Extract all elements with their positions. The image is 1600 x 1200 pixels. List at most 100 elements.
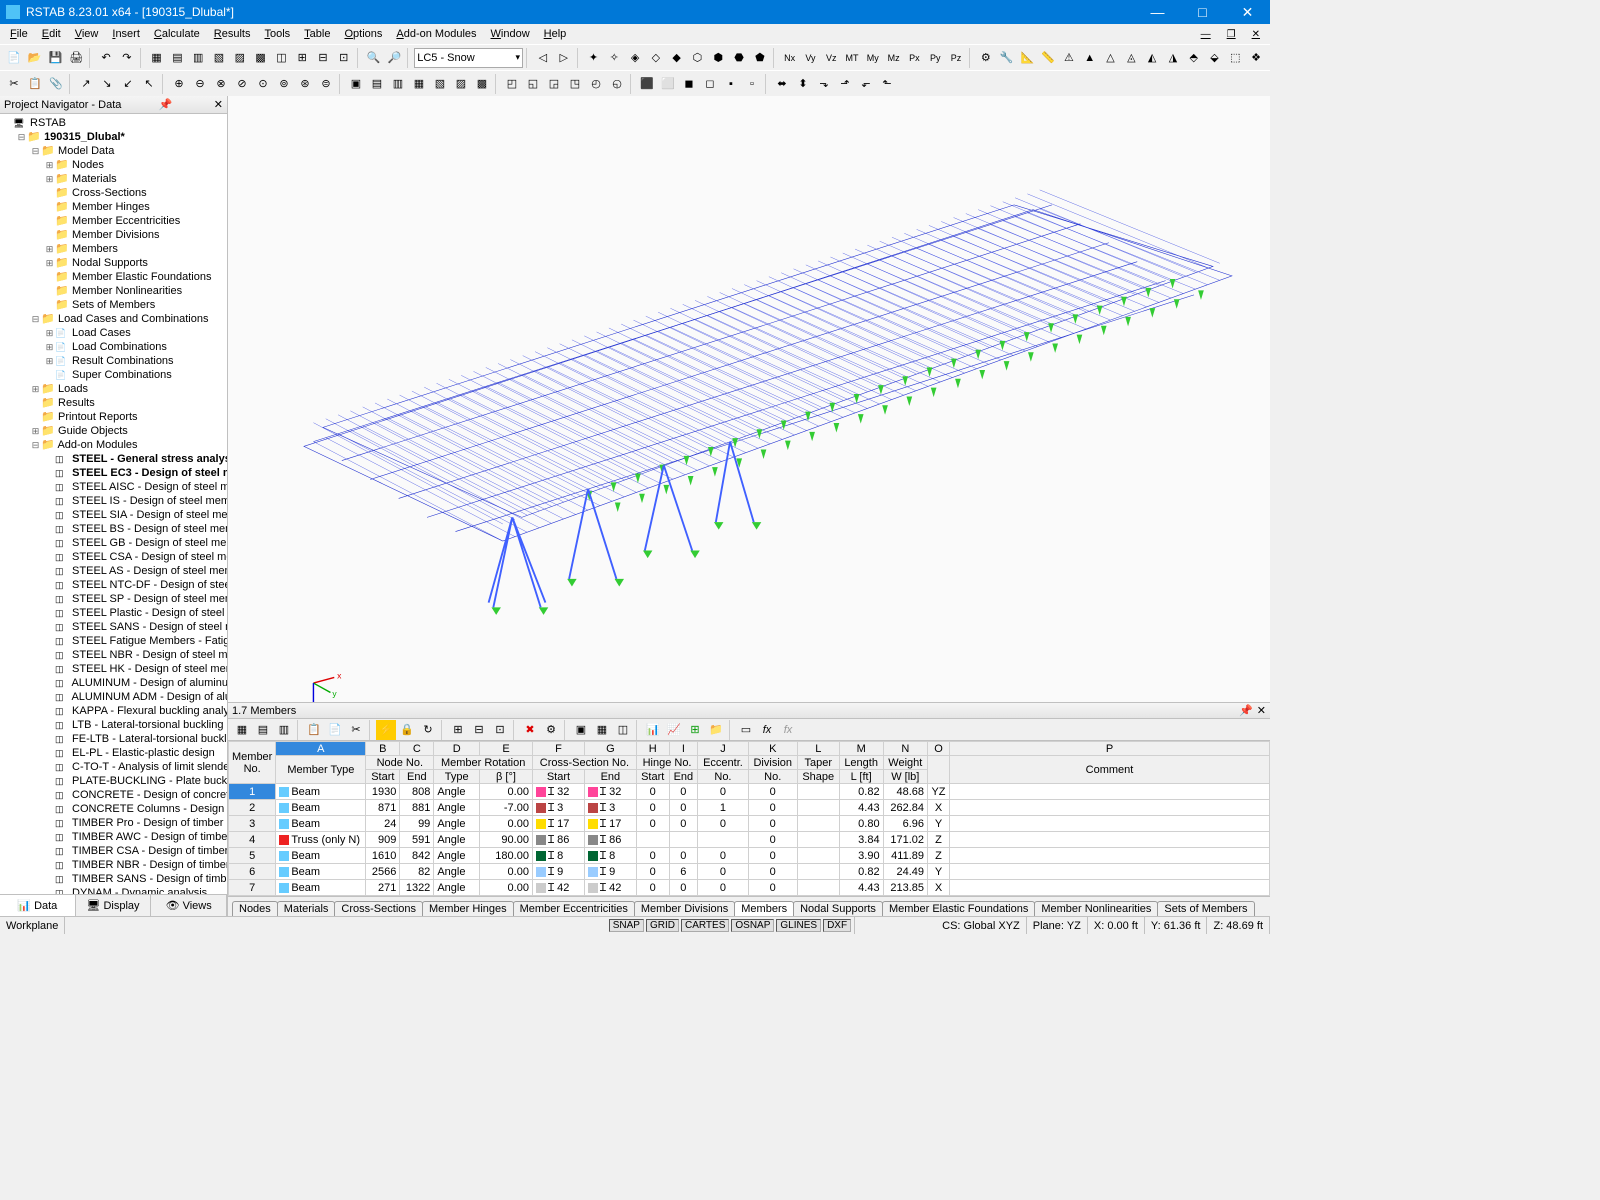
t2-25[interactable]: ◲ xyxy=(544,74,564,94)
tree-node[interactable]: ⊞📁 Nodes xyxy=(0,158,227,172)
tree-node[interactable]: 📁 Member Eccentricities xyxy=(0,214,227,228)
t2-28[interactable]: ◵ xyxy=(607,74,627,94)
nav-tab-display[interactable]: 🖥 Display xyxy=(76,895,152,916)
mt-13[interactable]: ⚙ xyxy=(541,720,561,740)
tb-53[interactable]: ❖ xyxy=(1246,48,1266,68)
menu-edit[interactable]: Edit xyxy=(36,27,67,41)
tb-40[interactable]: ⚙ xyxy=(976,48,996,68)
tab-materials[interactable]: Materials xyxy=(277,901,336,916)
t2-35[interactable]: ⬌ xyxy=(772,74,792,94)
mt-14[interactable]: ▣ xyxy=(571,720,591,740)
tree-node[interactable]: ◫ STEEL SIA - Design of steel membe xyxy=(0,508,227,522)
tree-node[interactable]: ⊞📁 Loads xyxy=(0,382,227,396)
tb-5[interactable]: ▨ xyxy=(230,48,250,68)
snap-osnap[interactable]: OSNAP xyxy=(731,919,774,932)
tab-member-elastic-foundations[interactable]: Member Elastic Foundations xyxy=(882,901,1035,916)
t2-36[interactable]: ⬍ xyxy=(793,74,813,94)
tree-node[interactable]: ◫ STEEL NBR - Design of steel memb xyxy=(0,648,227,662)
t2-2[interactable]: 📋 xyxy=(25,74,45,94)
t2-16[interactable]: ▣ xyxy=(346,74,366,94)
tb-22[interactable]: ◈ xyxy=(625,48,645,68)
tree-node[interactable]: ◫ FE-LTB - Lateral-torsional buckling xyxy=(0,732,227,746)
t2-20[interactable]: ▧ xyxy=(430,74,450,94)
save-button[interactable]: 💾 xyxy=(46,48,66,68)
tab-nodal-supports[interactable]: Nodal Supports xyxy=(793,901,883,916)
tb-vz[interactable]: Vz xyxy=(821,48,841,68)
tree-node[interactable]: ◫ DYNAM - Dynamic analysis xyxy=(0,886,227,894)
mt-10[interactable]: ⊞ xyxy=(448,720,468,740)
mt-20[interactable]: ▭ xyxy=(736,720,756,740)
tree-node[interactable]: 🖥 RSTAB xyxy=(0,116,227,130)
t2-11[interactable]: ⊘ xyxy=(232,74,252,94)
members-close-icon[interactable]: ✕ xyxy=(1253,704,1270,717)
tab-cross-sections[interactable]: Cross-Sections xyxy=(334,901,423,916)
tree-node[interactable]: 📁 Printout Reports xyxy=(0,410,227,424)
t2-1[interactable]: ✂ xyxy=(4,74,24,94)
undo-button[interactable]: ↶ xyxy=(96,48,116,68)
tree-node[interactable]: ⊞📄 Load Combinations xyxy=(0,340,227,354)
mt-12[interactable]: ⊡ xyxy=(490,720,510,740)
t2-6[interactable]: ↙ xyxy=(118,74,138,94)
mt-8[interactable]: 🔒 xyxy=(397,720,417,740)
t2-12[interactable]: ⊙ xyxy=(253,74,273,94)
snap-grid[interactable]: GRID xyxy=(646,919,679,932)
tb-1[interactable]: ▦ xyxy=(147,48,167,68)
tree-node[interactable]: 📁 Member Nonlinearities xyxy=(0,284,227,298)
t2-21[interactable]: ▨ xyxy=(451,74,471,94)
tree-node[interactable]: ◫ TIMBER Pro - Design of timber me xyxy=(0,816,227,830)
tree-node[interactable]: ◫ STEEL Fatigue Members - Fatigue xyxy=(0,634,227,648)
tree-node[interactable]: 📁 Cross-Sections xyxy=(0,186,227,200)
tree-node[interactable]: ◫ STEEL IS - Design of steel member xyxy=(0,494,227,508)
tree-node[interactable]: ⊞📁 Guide Objects xyxy=(0,424,227,438)
tab-member-hinges[interactable]: Member Hinges xyxy=(422,901,514,916)
t2-38[interactable]: ⬏ xyxy=(835,74,855,94)
tb-27[interactable]: ⬣ xyxy=(729,48,749,68)
tb-mz[interactable]: Mz xyxy=(884,48,904,68)
t2-7[interactable]: ↖ xyxy=(139,74,159,94)
t2-13[interactable]: ⊚ xyxy=(274,74,294,94)
tree-node[interactable]: ◫ TIMBER SANS - Design of timber m xyxy=(0,872,227,886)
tree-node[interactable]: ⊞📁 Members xyxy=(0,242,227,256)
members-pin-icon[interactable]: 📌 xyxy=(1239,704,1253,717)
tb-51[interactable]: ⬙ xyxy=(1205,48,1225,68)
nav-tab-views[interactable]: 👁 Views xyxy=(151,895,227,916)
t2-32[interactable]: ◻ xyxy=(700,74,720,94)
tree-node[interactable]: ⊟📁 Load Cases and Combinations xyxy=(0,312,227,326)
t2-10[interactable]: ⊗ xyxy=(211,74,231,94)
tb-50[interactable]: ⬘ xyxy=(1184,48,1204,68)
nav-pin-icon[interactable]: 📌 xyxy=(155,98,177,111)
t2-33[interactable]: ▪ xyxy=(721,74,741,94)
tree-node[interactable]: ◫ STEEL EC3 - Design of steel mem xyxy=(0,466,227,480)
tb-41[interactable]: 🔧 xyxy=(997,48,1017,68)
t2-30[interactable]: ⬜ xyxy=(658,74,678,94)
tree-node[interactable]: 📁 Member Hinges xyxy=(0,200,227,214)
tree-node[interactable]: ◫ CONCRETE Columns - Design of c xyxy=(0,802,227,816)
mt-6[interactable]: ✂ xyxy=(346,720,366,740)
tb-px[interactable]: Px xyxy=(905,48,925,68)
tree-node[interactable]: ◫ CONCRETE - Design of concrete m xyxy=(0,788,227,802)
tb-nx[interactable]: Nx xyxy=(780,48,800,68)
menu-tools[interactable]: Tools xyxy=(258,27,296,41)
tb-8[interactable]: ⊞ xyxy=(292,48,312,68)
t2-37[interactable]: ⬎ xyxy=(814,74,834,94)
menu-view[interactable]: View xyxy=(69,27,105,41)
tb-2[interactable]: ▤ xyxy=(168,48,188,68)
tb-12[interactable]: 🔎 xyxy=(384,48,404,68)
redo-button[interactable]: ↷ xyxy=(117,48,137,68)
tree-node[interactable]: ◫ ALUMINUM - Design of aluminum xyxy=(0,676,227,690)
menu-options[interactable]: Options xyxy=(338,27,388,41)
tb-26[interactable]: ⬢ xyxy=(708,48,728,68)
tree-node[interactable]: ◫ STEEL NTC-DF - Design of steel m xyxy=(0,578,227,592)
tb-20[interactable]: ✦ xyxy=(584,48,604,68)
t2-3[interactable]: 📎 xyxy=(46,74,66,94)
t2-26[interactable]: ◳ xyxy=(565,74,585,94)
tb-46[interactable]: △ xyxy=(1101,48,1121,68)
tb-4[interactable]: ▧ xyxy=(209,48,229,68)
print-button[interactable]: 🖨 xyxy=(66,48,86,68)
nav-prev[interactable]: ◁ xyxy=(533,48,553,68)
loadcase-dropdown[interactable]: LC5 - Snow xyxy=(414,48,523,68)
t2-34[interactable]: ▫ xyxy=(742,74,762,94)
members-grid[interactable]: MemberNo.ABCDEFGHIJKLMNOPMember TypeNode… xyxy=(228,741,1270,896)
menu-calculate[interactable]: Calculate xyxy=(148,27,206,41)
tree-node[interactable]: ◫ STEEL AISC - Design of steel memb xyxy=(0,480,227,494)
